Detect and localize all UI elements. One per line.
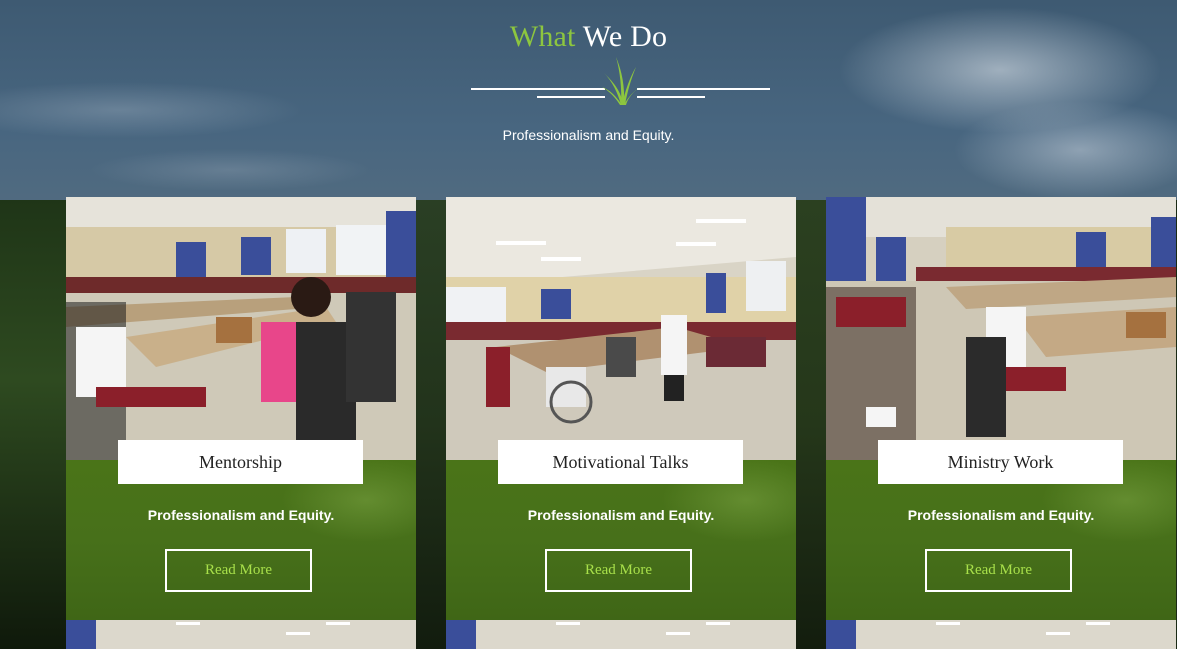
section-header: What We Do — [0, 20, 1177, 54]
card-description: Professionalism and Equity. — [527, 507, 715, 523]
next-card-photo — [66, 620, 416, 649]
read-more-button[interactable]: Read More — [925, 549, 1072, 592]
card-panel — [826, 460, 1176, 620]
card-title: Motivational Talks — [498, 440, 743, 484]
card-description: Professionalism and Equity. — [147, 507, 335, 523]
card-title: Mentorship — [118, 440, 363, 484]
service-card-ministry-work: Ministry Work Professionalism and Equity… — [826, 197, 1176, 620]
section-tagline: Professionalism and Equity. — [502, 127, 675, 143]
next-card-photo — [826, 620, 1176, 649]
next-card-photo — [446, 620, 796, 649]
grass-background-gap — [796, 200, 826, 649]
read-more-button[interactable]: Read More — [545, 549, 692, 592]
grass-background-gap — [416, 200, 446, 649]
hall-gathering-photo — [446, 197, 796, 460]
card-panel — [66, 460, 416, 620]
section-title-accent: What — [509, 20, 576, 53]
classroom-photo — [826, 197, 1176, 460]
grass-icon — [602, 57, 640, 105]
card-title: Ministry Work — [878, 440, 1123, 484]
card-description: Professionalism and Equity. — [907, 507, 1095, 523]
section-title-rest: We Do — [582, 20, 668, 53]
service-card-motivational-talks: Motivational Talks Professionalism and E… — [446, 197, 796, 620]
grass-background-left — [0, 200, 70, 649]
section-title: What We Do — [0, 20, 1177, 54]
classroom-photo — [66, 197, 416, 460]
service-card-mentorship: Mentorship Professionalism and Equity. R… — [66, 197, 416, 620]
card-panel — [446, 460, 796, 620]
grass-divider — [471, 57, 770, 105]
read-more-button[interactable]: Read More — [165, 549, 312, 592]
